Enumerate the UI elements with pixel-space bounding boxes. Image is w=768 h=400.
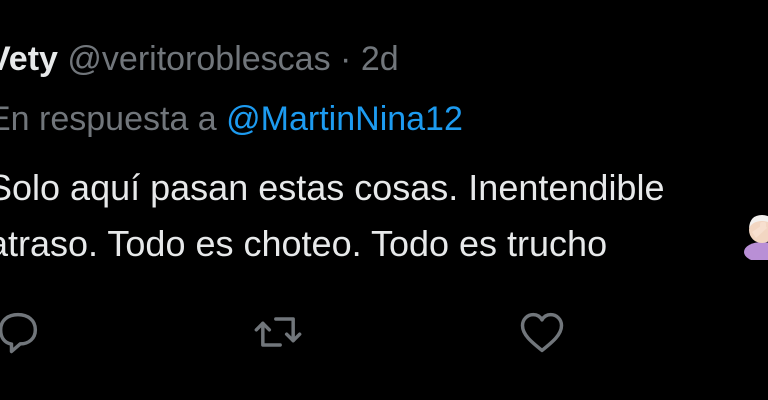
retweet-button[interactable] bbox=[246, 300, 310, 364]
heart-icon bbox=[520, 312, 564, 353]
tweet-text-line: Solo aquí pasan estas cosas. Inentendibl… bbox=[0, 167, 665, 208]
separator-dot: · bbox=[340, 40, 352, 78]
reply-prefix: En respuesta a bbox=[0, 100, 217, 138]
tweet-text: Solo aquí pasan estas cosas. Inentendibl… bbox=[0, 160, 768, 272]
retweet-icon bbox=[254, 317, 302, 347]
reply-mention-link[interactable]: @MartinNina12 bbox=[226, 100, 463, 138]
tweet[interactable]: Vety @veritoroblescas · 2d En respuesta … bbox=[0, 0, 768, 400]
tweet-header: Vety @veritoroblescas · 2d bbox=[0, 34, 399, 84]
tweet-text-line: atraso. Todo es choteo. Todo es trucho bbox=[0, 223, 608, 264]
facepalm-emoji-icon bbox=[744, 215, 768, 260]
tweet-actions bbox=[0, 300, 768, 364]
tweet-timestamp[interactable]: 2d bbox=[361, 40, 399, 78]
display-name[interactable]: Vety bbox=[0, 40, 58, 78]
reply-icon bbox=[0, 312, 38, 354]
like-button[interactable] bbox=[510, 300, 574, 364]
reply-button[interactable] bbox=[0, 300, 50, 364]
user-handle[interactable]: @veritoroblescas bbox=[67, 40, 330, 78]
reply-context: En respuesta a @MartinNina12 bbox=[0, 94, 463, 144]
